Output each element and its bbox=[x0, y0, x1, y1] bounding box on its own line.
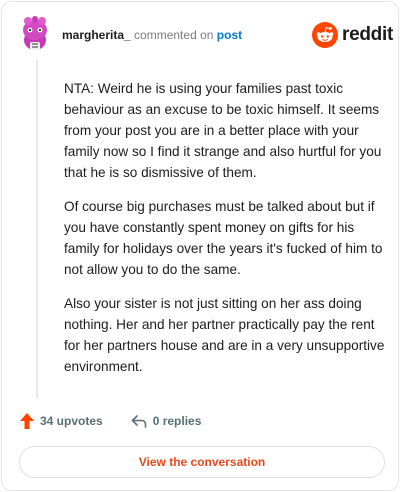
view-conversation-button[interactable]: View the conversation bbox=[19, 446, 385, 478]
replies-button[interactable]: 0 replies bbox=[131, 414, 202, 428]
commented-on-text: commented on bbox=[134, 28, 214, 42]
upvote-arrow-icon bbox=[20, 413, 34, 429]
comment-paragraph: Of course big purchases must be talked a… bbox=[64, 199, 383, 277]
post-link[interactable]: post bbox=[217, 28, 242, 42]
reply-arrow-icon bbox=[131, 415, 147, 428]
logo-text: reddit bbox=[342, 24, 393, 45]
replies-count: 0 replies bbox=[152, 414, 202, 428]
upvotes-count: 34 upvotes bbox=[40, 414, 103, 428]
reddit-logo-icon bbox=[312, 22, 338, 48]
comment-actions: 34 upvotes 0 replies bbox=[20, 411, 201, 431]
user-avatar[interactable] bbox=[20, 16, 50, 52]
comment-header: margherita_ commented on post bbox=[62, 28, 242, 42]
upvote-button[interactable]: 34 upvotes bbox=[20, 413, 103, 429]
reddit-logo[interactable]: reddit bbox=[312, 22, 393, 48]
username[interactable]: margherita_ bbox=[62, 28, 131, 42]
comment-paragraph: Also your sister is not just sitting on … bbox=[64, 296, 385, 374]
comment-paragraph: NTA: Weird he is using your families pas… bbox=[64, 81, 382, 180]
comment-card: margherita_ commented on post reddit NTA… bbox=[1, 1, 399, 491]
comment-body: NTA: Weird he is using your families pas… bbox=[64, 78, 386, 390]
snoo-avatar-icon bbox=[23, 16, 47, 50]
thread-line bbox=[36, 60, 38, 398]
